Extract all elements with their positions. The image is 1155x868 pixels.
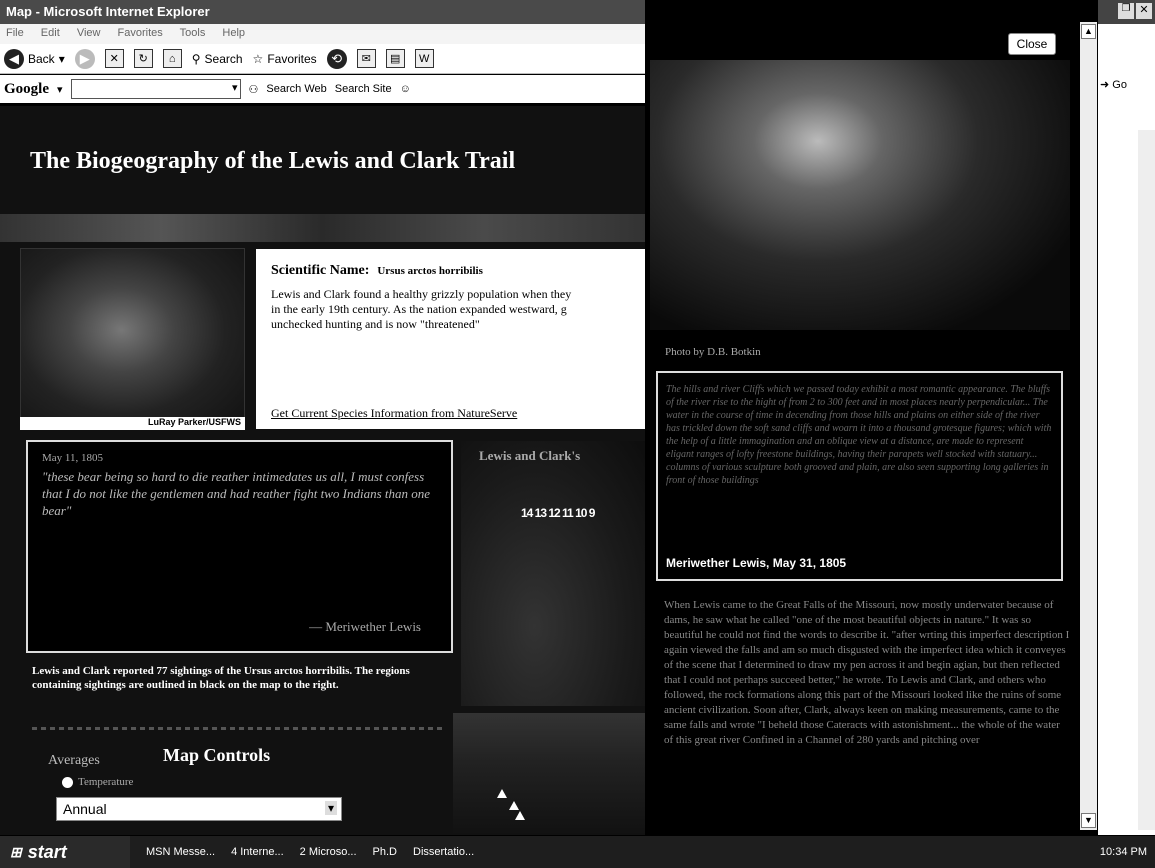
menu-favorites[interactable]: Favorites <box>118 27 163 39</box>
quote-author: — Meriwether Lewis <box>309 619 421 634</box>
terrain-map[interactable] <box>453 713 645 835</box>
radio-icon <box>62 776 73 788</box>
species-desc-3: unchecked hunting and is now "threatened… <box>271 317 480 331</box>
marker-icon <box>497 789 507 798</box>
quote-text: "these bear being so hard to die reather… <box>42 469 431 518</box>
scroll-up-icon[interactable]: ▲ <box>1081 24 1096 39</box>
natureserve-link[interactable]: Get Current Species Information from Nat… <box>271 406 517 421</box>
back-button[interactable]: ◀ Back ▾ <box>4 48 65 69</box>
search-site-button[interactable]: Search Site <box>335 83 392 95</box>
taskbar-item-phd[interactable]: Ph.D <box>373 846 397 858</box>
popup-quote: The hills and river Cliffs which we pass… <box>656 371 1063 581</box>
popup-article: When Lewis came to the Great Falls of th… <box>664 599 1070 746</box>
background-scrollbar[interactable] <box>1138 130 1155 830</box>
menu-file[interactable]: File <box>6 27 24 39</box>
temperature-radio[interactable]: Temperature <box>62 776 133 788</box>
home-icon[interactable]: ⌂ <box>162 49 182 68</box>
window-title: Map - Microsoft Internet Explorer <box>0 0 645 24</box>
popup-scrollbar[interactable]: ▲ ▼ <box>1080 22 1097 830</box>
background-window-titlebar: ❐ ✕ <box>1098 0 1155 24</box>
google-logo: Google <box>4 80 49 97</box>
close-icon[interactable]: ✕ <box>1136 3 1152 19</box>
marker-icon <box>509 801 519 810</box>
history-icon[interactable]: ⟲ <box>326 48 347 69</box>
go-arrow-icon: ➜ <box>1100 79 1110 91</box>
period-select[interactable]: Annual <box>56 797 342 821</box>
popup-photo-credit: Photo by D.B. Botkin <box>665 346 761 358</box>
menu-bar: File Edit View Favorites Tools Help <box>0 24 645 44</box>
chevron-down-icon[interactable]: ▾ <box>57 83 63 96</box>
scientific-name-label: Scientific Name: <box>271 263 370 278</box>
averages-label: Averages <box>48 753 100 768</box>
binoculars-icon: ⚇ <box>248 83 259 96</box>
windows-logo-icon: ⊞ <box>10 843 22 860</box>
search-icon: ⚲ <box>191 51 201 66</box>
sightings-map[interactable] <box>461 441 645 706</box>
species-desc-2: in the early 19th century. As the nation… <box>271 302 567 316</box>
search-web-button[interactable]: Search Web <box>266 83 326 95</box>
falls-photo <box>650 60 1070 330</box>
lewis-quote-box: May 11, 1805 "these bear being so hard t… <box>26 440 453 653</box>
print-icon[interactable]: ▤ <box>385 49 405 68</box>
ie-window: Map - Microsoft Internet Explorer File E… <box>0 0 645 835</box>
google-toolbar: Google ▾ ⚇ Search Web Search Site ☺ <box>0 75 645 105</box>
species-desc-1: Lewis and Clark found a healthy grizzly … <box>271 287 572 301</box>
header-banner <box>0 214 645 242</box>
menu-help[interactable]: Help <box>222 27 245 39</box>
chevron-down-icon: ▾ <box>58 51 65 66</box>
refresh-icon[interactable]: ↻ <box>133 49 153 68</box>
edit-icon[interactable]: W <box>414 49 434 68</box>
taskbar-item-msn[interactable]: MSN Messe... <box>146 846 215 858</box>
toolbar: ◀ Back ▾ ▶ ✕ ↻ ⌂ ⚲ Search ☆ Favorites ⟲ ✉ ▤ … <box>0 44 645 74</box>
stop-icon[interactable]: ✕ <box>104 49 124 68</box>
map-point-labels: 14 13 12 11 10 9 <box>521 506 595 520</box>
scientific-name: Ursus arctos horribilis <box>377 265 483 277</box>
star-icon: ☆ <box>252 51 264 66</box>
map-controls-title: Map Controls <box>163 745 271 765</box>
menu-tools[interactable]: Tools <box>180 27 206 39</box>
go-button[interactable]: ➜ Go <box>1100 78 1127 91</box>
photo-credit: LuRay Parker/USFWS <box>20 417 245 430</box>
divider <box>32 727 442 730</box>
taskbar: ⊞ start MSN Messe... 4 Interne... 2 Micro… <box>0 836 1155 868</box>
sightings-text: Lewis and Clark reported 77 sightings of… <box>32 665 410 691</box>
quote-date: May 11, 1805 <box>42 452 104 464</box>
taskbar-item-dissertation[interactable]: Dissertatio... <box>413 846 474 858</box>
taskbar-item-office[interactable]: 2 Microso... <box>300 846 357 858</box>
page-title: The Biogeography of the Lewis and Clark … <box>30 148 516 174</box>
popup-quote-author: Meriwether Lewis, May 31, 1805 <box>666 556 847 570</box>
close-button[interactable]: Close <box>1008 33 1056 55</box>
mail-icon[interactable]: ✉ <box>356 49 376 68</box>
system-clock: 10:34 PM <box>1099 846 1147 858</box>
smiley-icon[interactable]: ☺ <box>400 83 411 95</box>
back-arrow-icon: ◀ <box>4 48 24 69</box>
species-info-box: Scientific Name: Ursus arctos horribilis … <box>256 249 645 429</box>
restore-icon[interactable]: ❐ <box>1118 3 1134 19</box>
map-title: Lewis and Clark's <box>479 448 581 463</box>
search-button[interactable]: ⚲ Search <box>192 52 243 66</box>
taskbar-item-ie[interactable]: 4 Interne... <box>231 846 284 858</box>
grizzly-bear-photo <box>20 248 245 430</box>
forward-icon[interactable]: ▶ <box>74 48 95 69</box>
start-button[interactable]: ⊞ start <box>0 836 130 868</box>
marker-icon <box>515 811 525 820</box>
favorites-button[interactable]: ☆ Favorites <box>253 52 317 66</box>
google-search-input[interactable] <box>70 79 241 99</box>
menu-edit[interactable]: Edit <box>41 27 60 39</box>
menu-view[interactable]: View <box>77 27 101 39</box>
scroll-down-icon[interactable]: ▼ <box>1081 813 1096 828</box>
